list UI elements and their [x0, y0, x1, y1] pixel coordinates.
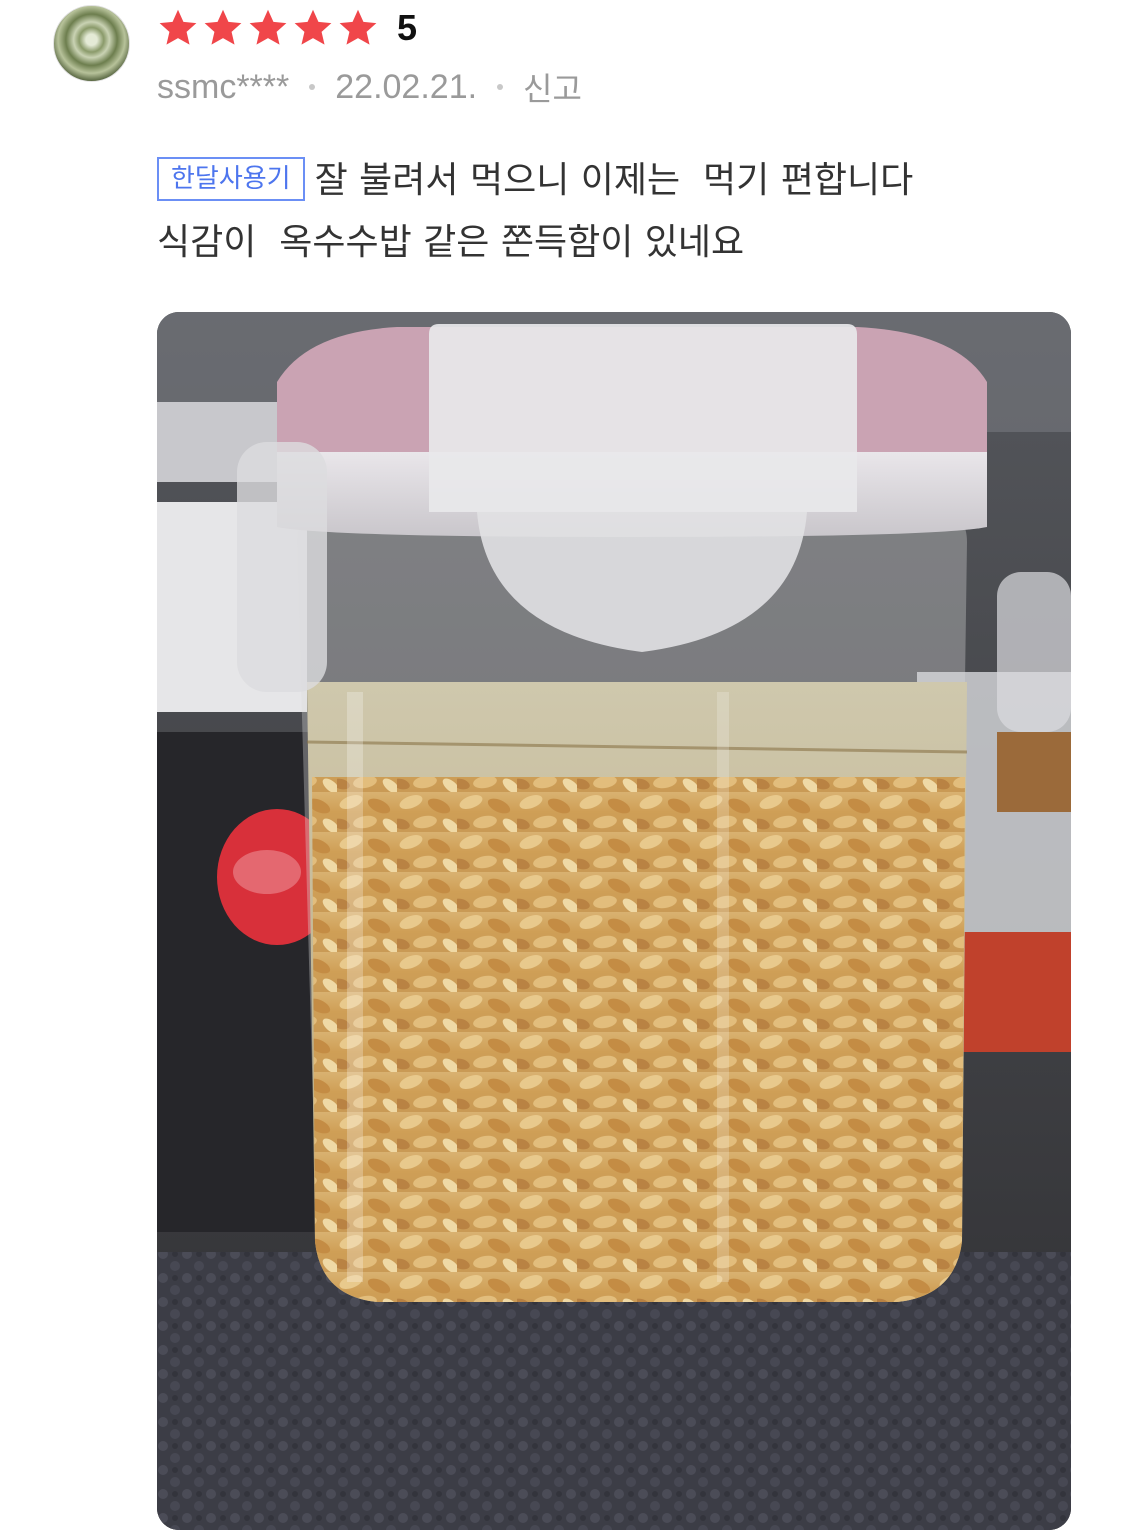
star-icon — [294, 9, 332, 45]
star-rating: 5 — [156, 6, 417, 50]
separator-dot — [497, 84, 504, 90]
star-icon — [249, 9, 287, 45]
star-icon — [159, 9, 197, 45]
user-avatar — [53, 5, 130, 82]
review-content: 한달사용기 잘 불려서 먹으니 이제는 먹기 편합니다 식감이 옥수수밥 같은 쫀… — [157, 150, 1077, 274]
reviewer-id: ssmc**** — [157, 67, 290, 106]
review-date: 22.02.21. — [335, 67, 478, 106]
stars-container — [156, 7, 381, 49]
review-meta: ssmc**** 22.02.21. 신고 — [157, 64, 582, 110]
report-link[interactable]: 신고 — [523, 64, 582, 110]
review-text-line1: 잘 불려서 먹으니 이제는 먹기 편합니다 — [314, 160, 914, 201]
star-icon — [339, 9, 377, 45]
review-item: 5 ssmc**** 22.02.21. 신고 한달사용기 잘 불려서 먹으니 이… — [0, 0, 1125, 1538]
review-photo[interactable] — [157, 312, 1071, 1530]
rating-score: 5 — [397, 7, 418, 48]
star-icon — [204, 9, 242, 45]
usage-badge: 한달사용기 — [157, 157, 305, 201]
separator-dot — [309, 84, 316, 90]
review-text-line2: 식감이 옥수수밥 같은 쫀득함이 있네요 — [157, 222, 745, 263]
photo-illustration — [157, 312, 1071, 1530]
